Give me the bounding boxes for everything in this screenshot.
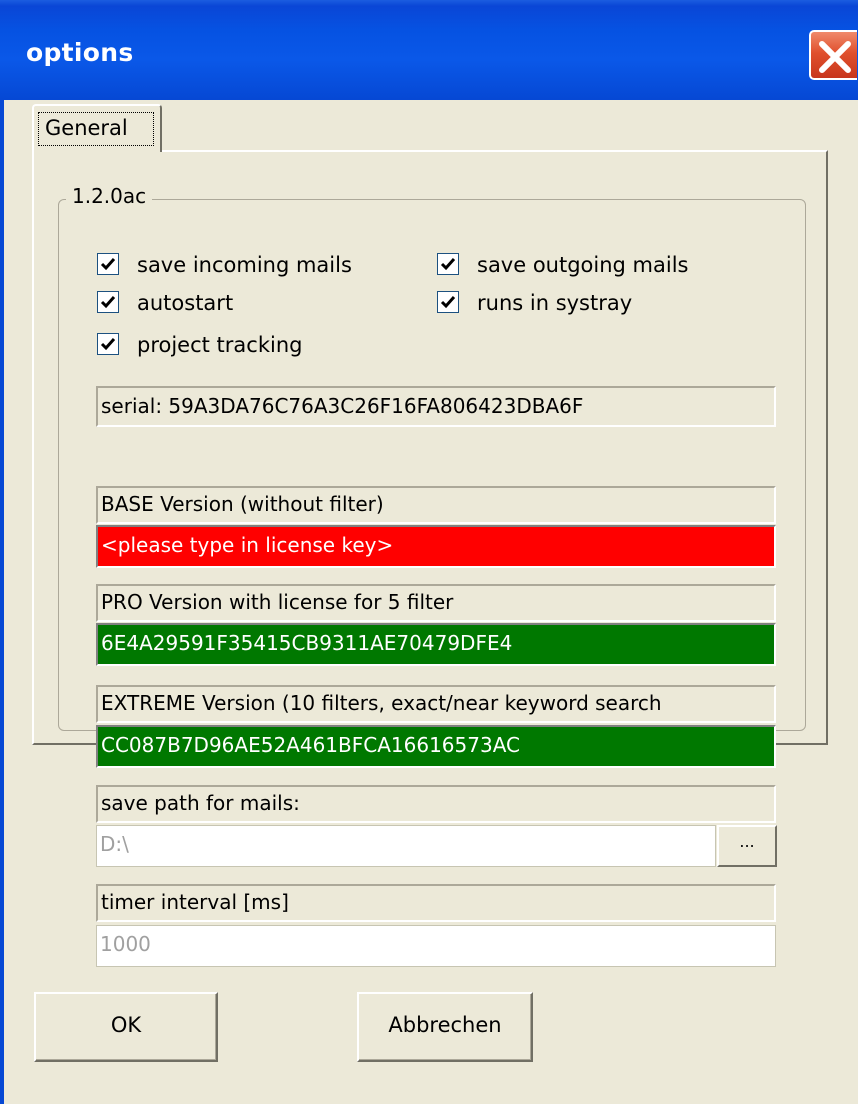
timer-interval-label: timer interval [ms] — [96, 884, 776, 922]
pro-license-key-input[interactable]: 6E4A29591F35415CB9311AE70479DFE4 — [96, 623, 776, 666]
save-incoming-label: save incoming mails — [137, 253, 352, 277]
window-title: options — [26, 38, 134, 67]
tab-general-label: General — [45, 116, 128, 140]
extreme-version-label: EXTREME Version (10 filters, exact/near … — [96, 685, 776, 723]
checkmark-icon — [100, 258, 116, 271]
close-button[interactable] — [809, 30, 857, 80]
base-license-key-input[interactable]: <please type in license key> — [96, 525, 776, 568]
save-path-label: save path for mails: — [96, 785, 776, 823]
save-path-input[interactable]: D:\ — [96, 825, 716, 867]
autostart-label: autostart — [137, 291, 234, 315]
checkmark-icon — [440, 296, 456, 309]
autostart-checkbox[interactable] — [97, 291, 119, 313]
pro-version-label: PRO Version with license for 5 filter — [96, 584, 776, 622]
systray-label: runs in systray — [477, 291, 633, 315]
extreme-license-key-input[interactable]: CC087B7D96AE52A461BFCA16616573AC — [96, 725, 776, 768]
save-outgoing-label: save outgoing mails — [477, 253, 689, 277]
checkmark-icon — [100, 338, 116, 351]
project-tracking-label: project tracking — [137, 333, 303, 357]
window-frame — [0, 100, 4, 1104]
save-incoming-checkbox[interactable] — [97, 253, 119, 275]
browse-button[interactable]: ... — [717, 825, 777, 867]
project-tracking-checkbox[interactable] — [97, 333, 119, 355]
save-outgoing-checkbox[interactable] — [437, 253, 459, 275]
cancel-button[interactable]: Abbrechen — [357, 992, 533, 1062]
groupbox-title: 1.2.0ac — [66, 184, 153, 208]
checkmark-icon — [100, 296, 116, 309]
close-icon — [819, 41, 851, 73]
base-version-label: BASE Version (without filter) — [96, 486, 776, 524]
checkmark-icon — [440, 258, 456, 271]
ok-button[interactable]: OK — [34, 992, 218, 1062]
systray-checkbox[interactable] — [437, 291, 459, 313]
timer-interval-input[interactable]: 1000 — [96, 925, 776, 967]
serial-display: serial: 59A3DA76C76A3C26F16FA806423DBA6F — [96, 386, 776, 427]
